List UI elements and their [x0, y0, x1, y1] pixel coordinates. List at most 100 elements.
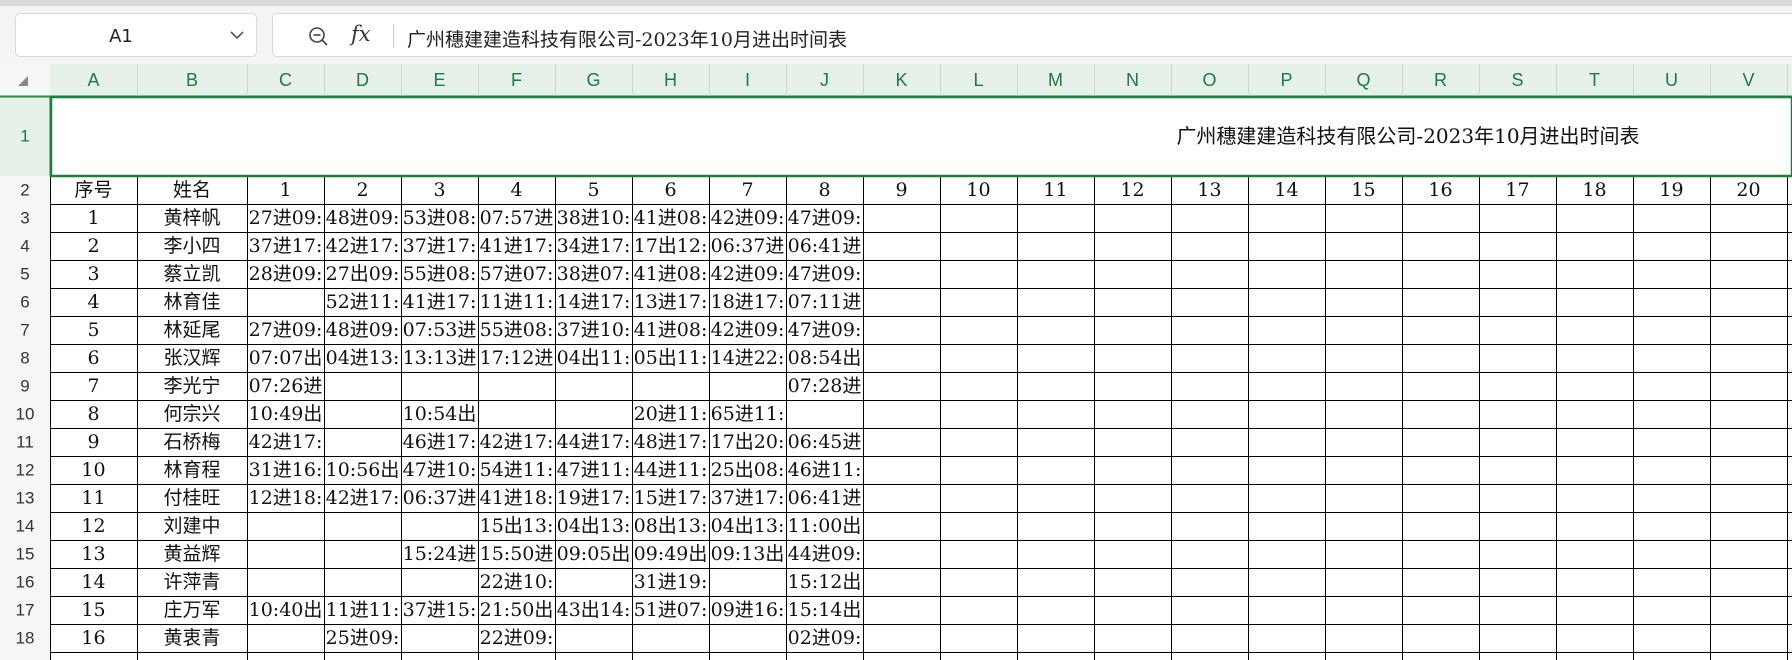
table-cell[interactable]: 18进17: — [711, 291, 785, 313]
column-header-v[interactable]: V — [1742, 70, 1754, 90]
table-cell[interactable]: 17出20: — [711, 431, 785, 453]
table-cell[interactable]: 6 — [87, 347, 99, 369]
column-header-b[interactable]: B — [186, 70, 198, 90]
column-title-cell[interactable]: 姓名 — [173, 179, 211, 201]
table-cell[interactable]: 黄衷青 — [163, 627, 220, 649]
table-cell[interactable]: 15 — [81, 599, 105, 621]
column-header-q[interactable]: Q — [1356, 70, 1370, 90]
row-header-18[interactable]: 18 — [16, 629, 35, 648]
table-cell[interactable]: 09:05出 — [557, 543, 631, 565]
table-cell[interactable]: 48进09: — [326, 319, 400, 341]
row-header-17[interactable]: 17 — [16, 601, 35, 620]
table-cell[interactable]: 42进09: — [711, 207, 785, 229]
column-title-cell[interactable]: 20 — [1736, 179, 1760, 201]
table-cell[interactable]: 41进08: — [634, 207, 708, 229]
column-header-d[interactable]: D — [356, 70, 369, 90]
table-cell[interactable]: 25出08: — [711, 459, 785, 481]
row-header-15[interactable]: 15 — [16, 545, 35, 564]
table-cell[interactable]: 10:49出 — [249, 403, 323, 425]
column-header-r[interactable]: R — [1434, 70, 1447, 90]
column-header-t[interactable]: T — [1589, 70, 1600, 90]
table-cell[interactable]: 林延尾 — [163, 319, 220, 341]
column-header-p[interactable]: P — [1280, 70, 1292, 90]
table-cell[interactable]: 15:50进 — [480, 543, 554, 565]
fx-icon[interactable]: fx — [351, 22, 371, 46]
table-cell[interactable]: 12 — [81, 515, 105, 537]
table-cell[interactable]: 04出13: — [711, 515, 785, 537]
table-cell[interactable]: 08:54出 — [788, 347, 862, 369]
table-cell[interactable]: 10:54出 — [403, 403, 477, 425]
table-cell[interactable]: 11进11: — [480, 291, 554, 313]
column-title-cell[interactable]: 10 — [966, 179, 990, 201]
table-cell[interactable]: 09进16: — [711, 599, 785, 621]
column-title-cell[interactable]: 4 — [510, 179, 522, 201]
table-cell[interactable]: 42进17: — [326, 235, 400, 257]
column-header-n[interactable]: N — [1126, 70, 1139, 90]
table-cell[interactable]: 07:07出 — [249, 347, 323, 369]
column-header-j[interactable]: J — [820, 70, 829, 90]
row-header-3[interactable]: 3 — [20, 209, 29, 228]
table-cell[interactable]: 27进09: — [249, 207, 323, 229]
table-cell[interactable]: 65进11: — [711, 403, 785, 425]
table-cell[interactable]: 47进11: — [557, 459, 631, 481]
table-cell[interactable]: 02进09: — [788, 627, 862, 649]
table-cell[interactable]: 41进18: — [480, 487, 554, 509]
table-cell[interactable]: 06:37进 — [711, 235, 785, 257]
table-cell[interactable]: 06:41进 — [788, 487, 862, 509]
column-header-h[interactable]: H — [664, 70, 677, 90]
table-cell[interactable]: 07:28进 — [788, 375, 862, 397]
row-header-5[interactable]: 5 — [20, 265, 29, 284]
column-header-s[interactable]: S — [1511, 70, 1523, 90]
table-cell[interactable]: 黄梓帆 — [163, 207, 220, 229]
table-cell[interactable]: 42进17: — [326, 487, 400, 509]
table-cell[interactable]: 李光宁 — [163, 375, 220, 397]
table-cell[interactable]: 06:41进 — [788, 235, 862, 257]
table-cell[interactable]: 51进07: — [634, 599, 708, 621]
table-cell[interactable]: 17:12进 — [480, 347, 554, 369]
table-cell[interactable]: 14进17: — [557, 291, 631, 313]
table-cell[interactable]: 22进10: — [480, 571, 554, 593]
table-cell[interactable]: 37进17: — [711, 487, 785, 509]
table-cell[interactable]: 15出13: — [480, 515, 554, 537]
column-title-cell[interactable]: 6 — [664, 179, 676, 201]
column-header-k[interactable]: K — [895, 70, 907, 90]
row-header-14[interactable]: 14 — [16, 517, 35, 536]
table-cell[interactable]: 37进15: — [403, 599, 477, 621]
column-header-c[interactable]: C — [279, 70, 292, 90]
column-header-m[interactable]: M — [1048, 70, 1063, 90]
table-cell[interactable]: 07:11进 — [788, 291, 862, 313]
table-cell[interactable]: 43出14: — [557, 599, 631, 621]
table-cell[interactable]: 27出09: — [326, 263, 400, 285]
column-header-g[interactable]: G — [586, 70, 600, 90]
table-cell[interactable]: 15:12出 — [788, 571, 862, 593]
table-cell[interactable]: 10:40出 — [249, 599, 323, 621]
table-cell[interactable]: 刘建中 — [163, 515, 220, 537]
column-title-cell[interactable]: 9 — [895, 179, 907, 201]
table-cell[interactable]: 55进08: — [480, 319, 554, 341]
table-cell[interactable]: 17出12: — [634, 235, 708, 257]
table-cell[interactable]: 31进16: — [249, 459, 323, 481]
table-cell[interactable]: 07:26进 — [249, 375, 323, 397]
table-cell[interactable]: 41进08: — [634, 263, 708, 285]
column-header-i[interactable]: I — [745, 70, 750, 90]
table-cell[interactable]: 11进11: — [326, 599, 400, 621]
table-cell[interactable]: 04进13: — [326, 347, 400, 369]
name-box-value[interactable]: A1 — [16, 26, 226, 47]
column-title-cell[interactable]: 14 — [1274, 179, 1298, 201]
table-cell[interactable]: 10 — [81, 459, 105, 481]
table-cell[interactable]: 53进08: — [403, 207, 477, 229]
row-header-10[interactable]: 10 — [16, 405, 35, 424]
column-header-a[interactable]: A — [87, 70, 99, 90]
table-cell[interactable]: 55进08: — [403, 263, 477, 285]
table-cell[interactable]: 37进10: — [557, 319, 631, 341]
formula-input[interactable]: fx 广州穗建建造科技有限公司-2023年10月进出时间表 — [272, 13, 1792, 57]
table-cell[interactable]: 14进22: — [711, 347, 785, 369]
table-cell[interactable]: 42进09: — [711, 319, 785, 341]
table-cell[interactable]: 11 — [81, 487, 105, 509]
table-cell[interactable]: 15进17: — [634, 487, 708, 509]
spreadsheet-grid[interactable]: A B C D E F G H I J K L M N O P Q R S T U V 1 2 3 4 5 6 7 8 9 10 11 12 13 1… — [0, 64, 1792, 660]
table-cell[interactable]: 21:50出 — [480, 599, 554, 621]
row-header-8[interactable]: 8 — [20, 349, 29, 368]
table-cell[interactable]: 2 — [87, 235, 99, 257]
table-cell[interactable]: 许萍青 — [163, 571, 220, 593]
